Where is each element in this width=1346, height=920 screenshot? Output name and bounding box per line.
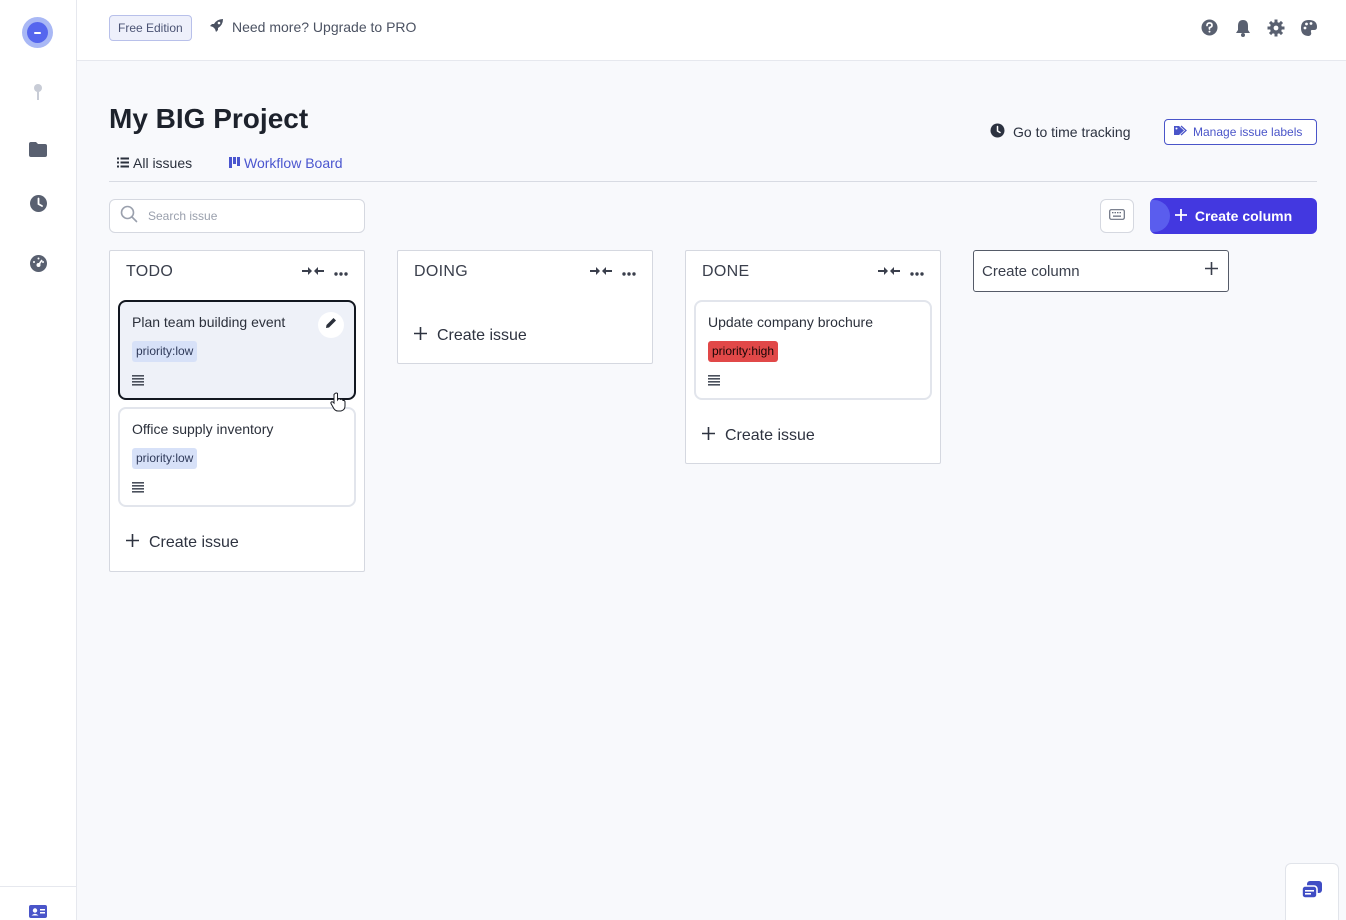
plus-icon bbox=[702, 427, 715, 445]
rocket-icon bbox=[209, 18, 224, 36]
tab-all-issues[interactable]: All issues bbox=[117, 155, 192, 171]
issue-title: Plan team building event bbox=[132, 314, 286, 330]
issue-title: Office supply inventory bbox=[132, 421, 274, 437]
clock-icon bbox=[990, 123, 1005, 141]
new-column-field bbox=[973, 250, 1229, 292]
issue-card[interactable]: Office supply inventory priority:low bbox=[118, 407, 356, 507]
board-icon bbox=[229, 155, 240, 171]
pencil-icon bbox=[325, 316, 337, 334]
hand-cursor-icon bbox=[330, 392, 346, 417]
new-column-input[interactable] bbox=[982, 262, 1182, 280]
help-icon[interactable] bbox=[1200, 18, 1219, 37]
collapse-icon[interactable] bbox=[878, 263, 900, 281]
create-issue-text: Create issue bbox=[149, 534, 239, 551]
more-options-icon[interactable] bbox=[334, 263, 348, 281]
plus-icon bbox=[126, 534, 139, 552]
more-options-icon[interactable] bbox=[910, 263, 924, 281]
manage-labels-text: Manage issue labels bbox=[1193, 125, 1303, 139]
create-issue-text: Create issue bbox=[725, 427, 815, 444]
palette-icon[interactable] bbox=[1299, 18, 1318, 37]
create-issue-button[interactable]: Create issue bbox=[398, 327, 652, 345]
issue-title: Update company brochure bbox=[708, 314, 873, 330]
edit-issue-button[interactable] bbox=[318, 312, 344, 338]
column-title: TODO bbox=[126, 263, 174, 280]
column-title: DONE bbox=[702, 263, 750, 280]
issue-label: priority:low bbox=[132, 448, 198, 469]
collapse-icon[interactable] bbox=[590, 263, 612, 281]
description-icon bbox=[132, 373, 144, 391]
sidebar bbox=[0, 0, 77, 920]
description-icon bbox=[132, 480, 144, 498]
tags-icon bbox=[1173, 125, 1187, 139]
chat-icon bbox=[1301, 880, 1323, 905]
list-icon bbox=[117, 155, 129, 171]
column-done: DONE Update company brochure priority:hi… bbox=[685, 250, 941, 464]
column-todo: TODO Plan team building event priority:l… bbox=[109, 250, 365, 572]
edition-badge: Free Edition bbox=[109, 15, 192, 41]
folder-icon[interactable] bbox=[26, 137, 50, 161]
tab-workflow-board[interactable]: Workflow Board bbox=[229, 155, 343, 171]
issue-card[interactable]: Plan team building event priority:low bbox=[118, 300, 356, 400]
gear-icon[interactable] bbox=[1266, 18, 1285, 37]
column-header: TODO bbox=[110, 251, 364, 293]
search-icon bbox=[120, 205, 138, 228]
column-header: DONE bbox=[686, 251, 940, 293]
column-doing: DOING Create issue bbox=[397, 250, 653, 364]
upgrade-text: Need more? Upgrade to PRO bbox=[232, 19, 417, 35]
create-issue-button[interactable]: Create issue bbox=[110, 534, 364, 552]
search-box bbox=[109, 199, 365, 233]
click-ripple bbox=[1150, 200, 1170, 232]
tab-label: Workflow Board bbox=[244, 155, 343, 171]
top-bar: Free Edition Need more? Upgrade to PRO bbox=[77, 0, 1346, 61]
clock-icon[interactable] bbox=[26, 191, 50, 215]
sidebar-footer bbox=[0, 886, 77, 920]
issue-label: priority:low bbox=[132, 341, 198, 362]
tab-label: All issues bbox=[133, 155, 193, 171]
plus-icon[interactable] bbox=[1205, 262, 1218, 280]
keyboard-icon bbox=[1109, 207, 1125, 225]
create-column-button[interactable]: Create column bbox=[1150, 198, 1317, 234]
time-tracking-text: Go to time tracking bbox=[1013, 124, 1131, 140]
keyboard-shortcuts-button[interactable] bbox=[1100, 199, 1134, 233]
dashboard-icon[interactable] bbox=[26, 251, 50, 275]
view-tabs: All issues Workflow Board bbox=[109, 154, 1317, 182]
time-tracking-link[interactable]: Go to time tracking bbox=[990, 123, 1131, 141]
search-input[interactable] bbox=[148, 209, 348, 223]
collapse-icon[interactable] bbox=[302, 263, 324, 281]
contact-card-icon[interactable] bbox=[26, 899, 50, 920]
create-issue-button[interactable]: Create issue bbox=[686, 427, 940, 445]
description-icon bbox=[708, 373, 720, 391]
issue-card[interactable]: Update company brochure priority:high bbox=[694, 300, 932, 400]
create-issue-text: Create issue bbox=[437, 327, 527, 344]
top-actions bbox=[1200, 18, 1318, 37]
more-options-icon[interactable] bbox=[622, 263, 636, 281]
plus-icon bbox=[414, 327, 427, 345]
create-column-text: Create column bbox=[1194, 208, 1293, 224]
manage-issue-labels-button[interactable]: Manage issue labels bbox=[1164, 119, 1317, 145]
bell-icon[interactable] bbox=[1233, 18, 1252, 37]
pin-icon[interactable] bbox=[26, 80, 50, 104]
issue-label: priority:high bbox=[708, 341, 779, 362]
page-title: My BIG Project bbox=[109, 103, 309, 134]
upgrade-link[interactable]: Need more? Upgrade to PRO bbox=[209, 18, 416, 36]
chat-widget-button[interactable] bbox=[1285, 863, 1339, 920]
column-header: DOING bbox=[398, 251, 652, 293]
app-logo[interactable] bbox=[22, 17, 53, 48]
column-title: DOING bbox=[414, 263, 468, 280]
plus-icon bbox=[1174, 208, 1187, 224]
